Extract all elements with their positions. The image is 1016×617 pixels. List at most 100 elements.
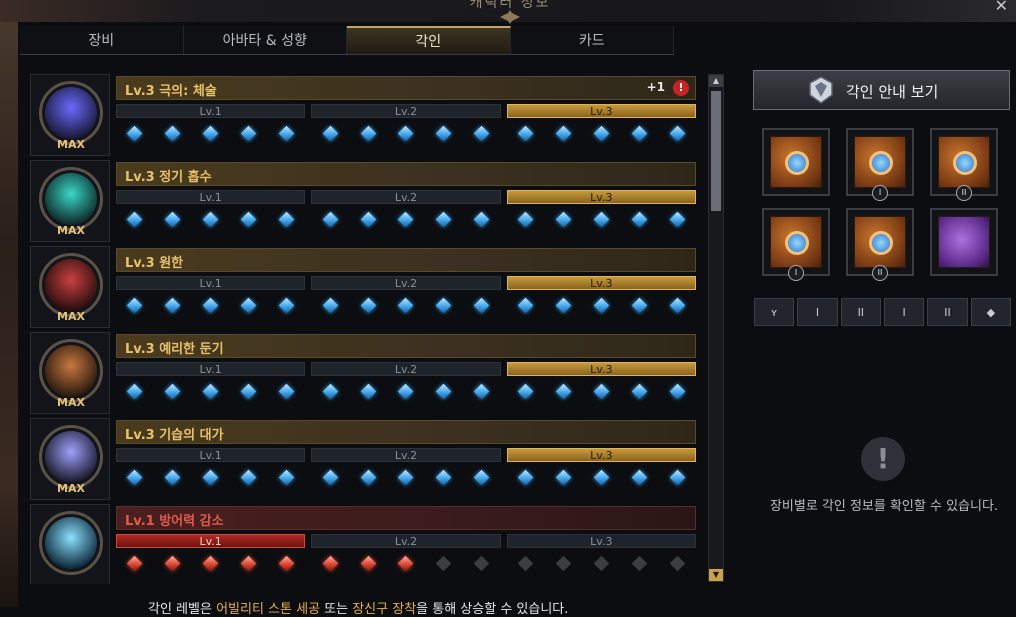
scrollbar[interactable]: ▲ ▼ [708, 74, 724, 582]
engraving-icon [45, 517, 97, 569]
engraving-gem-icon [593, 469, 610, 485]
engraving-row[interactable]: MAX Lv.3 원한 Lv.1 Lv.2 Lv.3 [30, 246, 698, 328]
engraving-row[interactable]: Lv.1 방어력 감소 Lv.1 Lv.2 Lv.3 [30, 504, 698, 584]
engraving-gem-icon [436, 211, 452, 227]
level-segment: Lv.3 [506, 104, 696, 118]
engraving-gem-icon [202, 211, 219, 227]
engraving-gem-icon [165, 297, 181, 313]
engraving-name: Lv.3 정기 흡수 [125, 170, 212, 185]
level-segment: Lv.2 [311, 362, 501, 376]
engraving-gem-icon [240, 469, 257, 485]
tab-equipment[interactable]: 장비 [20, 26, 184, 54]
background-left [0, 0, 18, 607]
equipment-slot-grid: I II I II [762, 128, 1002, 281]
level-segment: Lv.1 [116, 534, 306, 548]
engraving-name: Lv.1 방어력 감소 [125, 514, 224, 529]
necklace-slot[interactable] [762, 128, 830, 196]
earring-2-slot[interactable]: II [930, 128, 998, 201]
gem-group [507, 468, 696, 486]
slot-item-icon [854, 136, 906, 188]
engraving-name: Lv.3 기습의 대가 [125, 428, 224, 443]
engraving-gem-icon [555, 555, 572, 571]
engraving-book-icon [809, 76, 833, 104]
engraving-gem-icon [398, 555, 414, 571]
accessory-link[interactable]: 장신구 장착 [352, 602, 416, 617]
level-segment: Lv.2 [311, 534, 501, 548]
engraving-header: Lv.3 원한 [116, 248, 696, 272]
engraving-gem-icon [360, 211, 376, 227]
engraving-row[interactable]: MAX Lv.3 정기 흡수 Lv.1 Lv.2 Lv.3 [30, 160, 698, 242]
engraving-gem-icon [360, 383, 376, 399]
engraving-gem-icon [165, 211, 181, 227]
max-badge: MAX [57, 482, 85, 495]
ring-2-icon[interactable]: II [927, 298, 968, 326]
ring-2-slot[interactable]: II [846, 208, 914, 281]
ring-1-slot[interactable]: I [762, 208, 830, 281]
engraving-row[interactable]: MAX Lv.3 기습의 대가 Lv.1 Lv.2 Lv.3 [30, 418, 698, 500]
alert-icon[interactable]: ! [673, 80, 689, 96]
engraving-icon [45, 345, 97, 397]
engraving-gem-icon [202, 555, 219, 571]
slot-jewel-icon [953, 151, 977, 175]
stone-link[interactable]: 어빌리티 스톤 세공 [216, 602, 320, 617]
engraving-row[interactable]: MAX Lv.3 예리한 둔기 Lv.1 Lv.2 Lv.3 [30, 332, 698, 414]
engraving-header: Lv.3 극의: 체술 +1 ! [116, 76, 696, 100]
earring-2-icon[interactable]: II [840, 298, 881, 326]
level-segment: Lv.1 [116, 190, 306, 204]
engraving-gem-icon [240, 211, 257, 227]
engraving-gem-icon [127, 469, 143, 485]
engraving-gem-icon [127, 211, 143, 227]
engraving-gem-icon [165, 555, 181, 571]
scroll-thumb[interactable] [711, 91, 721, 211]
level-segment: Lv.1 [116, 104, 306, 118]
engraving-gem-icon [165, 469, 181, 485]
scroll-up-icon[interactable]: ▲ [709, 75, 723, 87]
slot-jewel-icon [785, 231, 809, 255]
earring-1-icon[interactable]: I [797, 298, 838, 326]
earring-1-slot[interactable]: I [846, 128, 914, 201]
engraving-portrait: MAX [30, 246, 110, 328]
engraving-gem-icon [669, 211, 685, 227]
ring-1-icon[interactable]: I [883, 298, 925, 326]
engraving-icon [45, 173, 97, 225]
engraving-gem-icon [631, 383, 647, 399]
engraving-gem-icon [517, 211, 534, 227]
tab-avatar-disposition[interactable]: 아바타 & 성향 [183, 26, 347, 54]
tab-card[interactable]: 카드 [510, 26, 674, 54]
engraving-gem-icon [669, 297, 685, 313]
engraving-gem-icon [202, 469, 219, 485]
engraving-gem-icon [278, 125, 295, 141]
info-text: 장비별로 각인 정보를 확인할 수 있습니다. [769, 499, 999, 514]
necklace-icon[interactable]: ʏ [754, 298, 795, 326]
level-segment: Lv.2 [311, 190, 501, 204]
plus-badge: +1 [646, 80, 665, 94]
engraving-gem-icon [631, 211, 647, 227]
engraving-guide-button[interactable]: 각인 안내 보기 [753, 70, 1010, 110]
tab-engraving[interactable]: 각인 [347, 26, 511, 54]
engraving-name: Lv.3 극의: 체술 [125, 84, 217, 99]
engraving-gem-icon [555, 383, 572, 399]
stone-slot[interactable] [930, 208, 998, 276]
engraving-icon [45, 87, 97, 139]
engraving-row[interactable]: MAX Lv.3 극의: 체술 +1 ! Lv.1 Lv.2 Lv.3 [30, 74, 698, 156]
scroll-down-icon[interactable]: ▼ [709, 569, 723, 581]
level-bar: Lv.1 Lv.2 Lv.3 [116, 190, 696, 204]
engraving-gem-icon [202, 297, 219, 313]
close-icon[interactable]: ✕ [995, 0, 1008, 15]
engraving-gem-icon [517, 125, 534, 141]
engraving-gem-icon [322, 383, 339, 399]
engraving-gem-icon [278, 211, 295, 227]
slot-item-icon [938, 136, 990, 188]
gem-group [311, 210, 500, 228]
level-bar: Lv.1 Lv.2 Lv.3 [116, 362, 696, 376]
engraving-list: MAX Lv.3 극의: 체술 +1 ! Lv.1 Lv.2 Lv.3 MAX Lv… [30, 74, 698, 584]
gem-group [507, 296, 696, 314]
gem-group [507, 554, 696, 572]
engraving-gem-icon [593, 211, 610, 227]
engraving-gem-icon [517, 383, 534, 399]
level-bar: Lv.1 Lv.2 Lv.3 [116, 534, 696, 548]
slot-item-icon [770, 216, 822, 268]
title-ornament-icon [500, 10, 520, 24]
stone-icon[interactable]: ◆ [970, 298, 1011, 326]
engraving-gem-icon [517, 469, 534, 485]
